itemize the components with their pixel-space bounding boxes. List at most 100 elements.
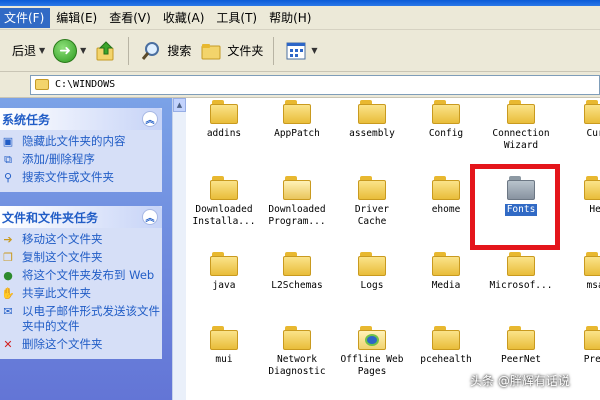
folder-icon (358, 174, 386, 200)
folder-icon (358, 250, 386, 276)
task-link-label: 移动这个文件夹 (22, 232, 103, 246)
folder-item[interactable]: msag (560, 250, 600, 292)
folder-item[interactable]: Hel (560, 174, 600, 216)
folder-item[interactable]: java (186, 250, 262, 292)
task-copy-folder[interactable]: ❐ 复制这个文件夹 (0, 250, 160, 265)
folder-icon (358, 98, 386, 124)
task-pane-scrollbar[interactable]: ▲ (172, 98, 186, 400)
folder-label: Microsof... (489, 280, 553, 291)
folder-icon (210, 250, 238, 276)
menu-file[interactable]: 文件(F) (0, 7, 51, 28)
folder-label: Logs (360, 280, 384, 291)
menu-view[interactable]: 查看(V) (103, 8, 157, 28)
task-link-label: 搜索文件或文件夹 (22, 170, 114, 184)
folder-icon (35, 79, 49, 90)
move-folder-icon: ➔ (3, 232, 13, 246)
folder-item[interactable]: L2Schemas (259, 250, 335, 292)
folder-item[interactable]: addins (186, 98, 262, 140)
address-path: C:\WINDOWS (55, 79, 116, 90)
menu-help[interactable]: 帮助(H) (263, 8, 317, 28)
search-icon: ⚲ (3, 170, 13, 184)
folder-item[interactable]: Microsof... (483, 250, 559, 292)
folder-icon (507, 250, 535, 276)
task-link-label: 删除这个文件夹 (22, 337, 103, 351)
views-dropdown-icon[interactable]: ▼ (311, 46, 317, 55)
scroll-up-arrow-icon[interactable]: ▲ (173, 98, 186, 112)
task-link-label: 复制这个文件夹 (22, 250, 103, 264)
folder-item[interactable]: Downloaded Program... (259, 174, 335, 228)
task-link-label: 共享此文件夹 (22, 286, 91, 300)
folder-icon (507, 98, 535, 124)
folder-icon (584, 98, 600, 124)
file-folder-tasks-panel: 文件和文件夹任务 ︽ ➔ 移动这个文件夹 ❐ 复制这个文件夹 ● 将这个文件夹发… (0, 206, 162, 359)
task-link-label: 将这个文件夹发布到 Web (22, 268, 155, 282)
task-search-files[interactable]: ⚲ 搜索文件或文件夹 (0, 170, 160, 185)
back-label: 后退 (12, 44, 37, 58)
task-add-remove-programs[interactable]: ⧉ 添加/删除程序 (0, 152, 160, 167)
folder-label: Downloaded (195, 204, 253, 215)
forward-dropdown-icon[interactable]: ▼ (80, 46, 86, 55)
copy-folder-icon: ❐ (3, 250, 13, 264)
task-delete-folder[interactable]: ✕ 删除这个文件夹 (0, 337, 160, 352)
folder-label: ehome (431, 204, 461, 215)
back-button[interactable]: 后退 ▼ (4, 35, 49, 67)
collapse-chevron-icon[interactable]: ︽ (142, 209, 158, 225)
file-folder-tasks-body: ➔ 移动这个文件夹 ❐ 复制这个文件夹 ● 将这个文件夹发布到 Web ✋ 共享… (0, 228, 162, 359)
task-publish-web[interactable]: ● 将这个文件夹发布到 Web (0, 268, 160, 283)
toolbar-separator (273, 36, 275, 65)
forward-button[interactable]: ➜ ▼ (49, 35, 90, 67)
folder-label: Pages (357, 366, 387, 377)
collapse-chevron-icon[interactable]: ︽ (142, 111, 158, 127)
folders-icon (199, 39, 223, 63)
task-link-label: 隐藏此文件夹的内容 (22, 134, 126, 148)
up-folder-icon (94, 39, 118, 63)
folder-item[interactable]: Curs (560, 98, 600, 140)
folder-item[interactable]: Prefe (560, 324, 600, 366)
folders-button[interactable]: 文件夹 (195, 35, 267, 67)
file-folder-tasks-header[interactable]: 文件和文件夹任务 ︽ (0, 206, 162, 228)
folder-label: mui (215, 354, 233, 365)
folder-item[interactable]: Config (408, 98, 484, 140)
views-button[interactable]: ▼ (280, 35, 321, 67)
folder-icon (584, 250, 600, 276)
folder-item[interactable]: Network Diagnostic (259, 324, 335, 378)
folder-item[interactable]: PeerNet (483, 324, 559, 366)
system-tasks-header[interactable]: 系统任务 ︽ (0, 108, 162, 130)
folder-label: Media (431, 280, 461, 291)
task-hide-folder-contents[interactable]: ▣ 隐藏此文件夹的内容 (0, 134, 160, 149)
menu-edit[interactable]: 编辑(E) (50, 8, 103, 28)
up-folder-button[interactable] (90, 35, 122, 67)
folders-label: 文件夹 (227, 44, 264, 58)
folder-label: Cache (357, 216, 387, 227)
task-link-label: 以电子邮件形式发送该文件夹中的文件 (22, 304, 160, 333)
task-move-folder[interactable]: ➔ 移动这个文件夹 (0, 232, 160, 247)
folder-label: Config (428, 128, 464, 139)
folder-label: Prefe (583, 354, 600, 365)
folder-icon (432, 250, 460, 276)
folder-item[interactable]: Connection Wizard (483, 98, 559, 152)
menu-tools[interactable]: 工具(T) (210, 8, 263, 28)
search-button[interactable]: 搜索 (135, 35, 195, 67)
back-dropdown-icon[interactable]: ▼ (39, 46, 45, 55)
task-share-folder[interactable]: ✋ 共享此文件夹 (0, 286, 160, 301)
menu-favorites[interactable]: 收藏(A) (157, 8, 211, 28)
folder-item[interactable]: pcehealth (408, 324, 484, 366)
task-email-files[interactable]: ✉ 以电子邮件形式发送该文件夹中的文件 (0, 304, 160, 334)
folder-icon (210, 174, 238, 200)
search-label: 搜索 (167, 44, 192, 58)
folder-item[interactable]: Logs (334, 250, 410, 292)
folder-item[interactable]: mui (186, 324, 262, 366)
file-folder-tasks-title: 文件和文件夹任务 (2, 210, 99, 225)
folder-label: Offline Web (340, 354, 404, 365)
folder-item[interactable]: Driver Cache (334, 174, 410, 228)
folder-item[interactable]: Media (408, 250, 484, 292)
address-input[interactable]: C:\WINDOWS (30, 74, 600, 95)
folder-label: Downloaded (268, 204, 326, 215)
search-icon (139, 39, 163, 63)
folder-item[interactable]: assembly (334, 98, 410, 140)
folder-item[interactable]: Downloaded Installa... (186, 174, 262, 228)
folder-item[interactable]: AppPatch (259, 98, 335, 140)
toolbar: 后退 ▼ ➜ ▼ 搜索 文件夹 ▼ (0, 30, 600, 72)
folder-item[interactable]: Offline Web Pages (334, 324, 410, 378)
folder-icon (210, 98, 238, 124)
